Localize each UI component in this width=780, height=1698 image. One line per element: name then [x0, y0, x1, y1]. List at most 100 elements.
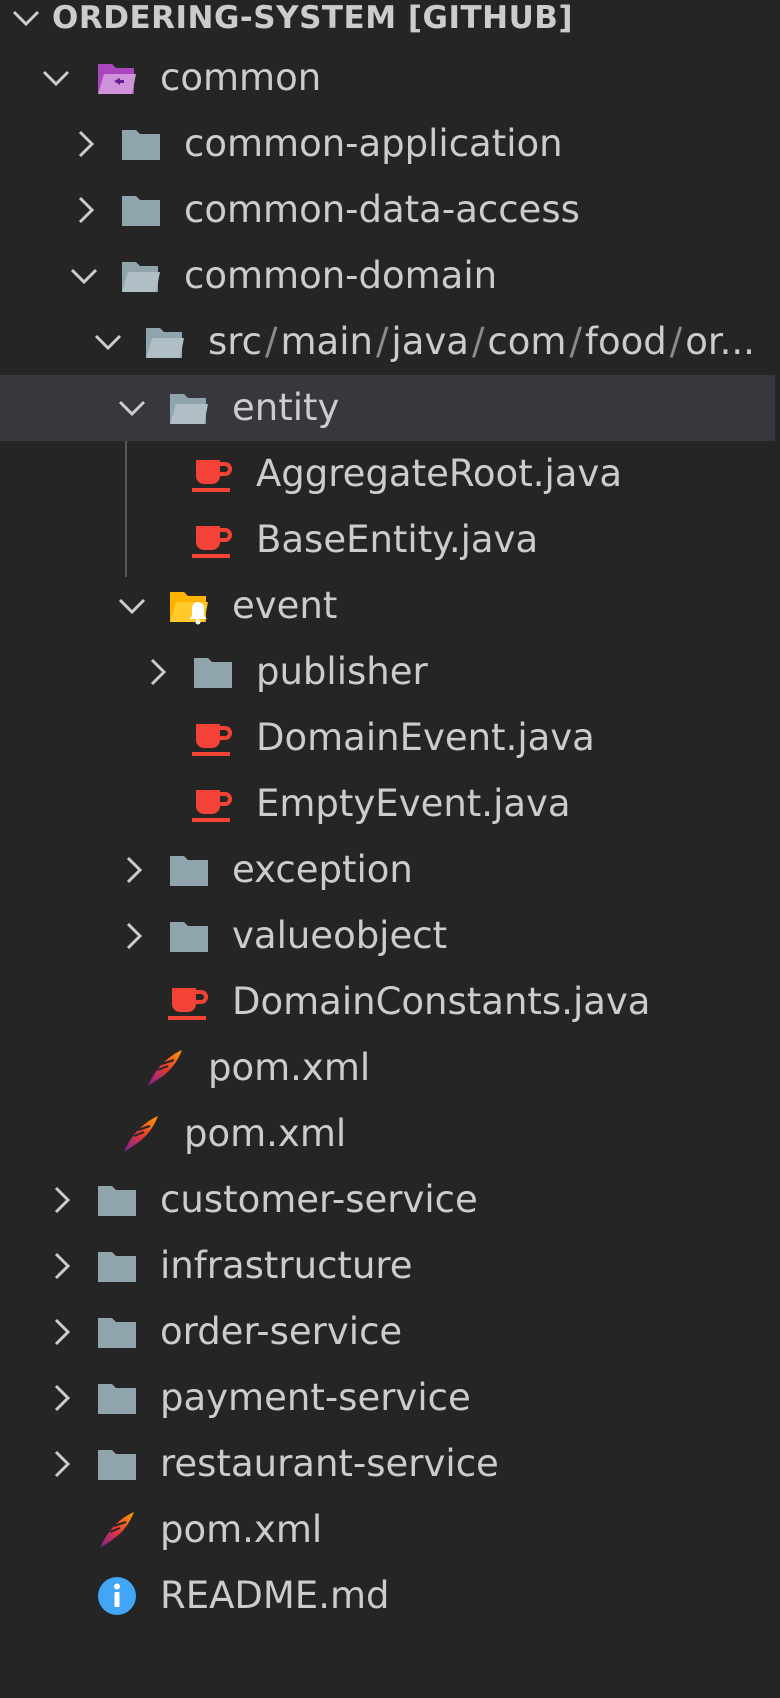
- maven-feather-icon: [100, 1512, 134, 1548]
- tree-item-event[interactable]: event: [0, 573, 780, 639]
- chevron-down-icon: [12, 10, 40, 27]
- tree-item-label: DomainConstants.java: [232, 980, 651, 1023]
- path-segment-main[interactable]: main: [281, 320, 373, 363]
- path-separator: /: [569, 320, 582, 363]
- path-segment-java[interactable]: java: [391, 320, 469, 363]
- tree-item-label: pom.xml: [184, 1112, 347, 1155]
- tree-item-restaurant-service[interactable]: restaurant-service: [0, 1431, 780, 1497]
- explorer-section-header[interactable]: ORDERING-SYSTEM [GITHUB]: [0, 0, 780, 38]
- folder-event-icon: [170, 592, 208, 625]
- tree-item-common-application[interactable]: common-application: [0, 111, 780, 177]
- java-file-icon: [168, 988, 208, 1020]
- folder-icon: [122, 130, 160, 160]
- folder-icon: [170, 922, 208, 952]
- tree-item-src-path[interactable]: src/main/java/com/food/or...: [0, 309, 780, 375]
- tree-item-payment-service[interactable]: payment-service: [0, 1365, 780, 1431]
- tree-item-label: pom.xml: [208, 1046, 371, 1089]
- folder-icon: [98, 1318, 136, 1348]
- folder-icon: [98, 1384, 136, 1414]
- tree-item-common-domain[interactable]: common-domain: [0, 243, 780, 309]
- tree-item-label: DomainEvent.java: [256, 716, 595, 759]
- java-file-icon: [192, 724, 232, 756]
- chevron-right-icon: [78, 130, 95, 158]
- chevron-right-icon: [54, 1186, 71, 1214]
- chevron-right-icon: [54, 1318, 71, 1346]
- tree-item-label: README.md: [160, 1574, 390, 1617]
- chevron-right-icon: [54, 1384, 71, 1412]
- folder-open-icon: [146, 328, 184, 358]
- tree-item-root-pom[interactable]: pom.xml: [0, 1497, 780, 1563]
- tree-item-domain-event[interactable]: DomainEvent.java: [0, 705, 780, 771]
- tree-item-label: event: [232, 584, 338, 627]
- chevron-down-icon: [118, 400, 146, 417]
- maven-feather-icon: [148, 1050, 182, 1086]
- folder-open-icon: [122, 262, 160, 292]
- folder-open-icon: [170, 394, 208, 424]
- tree-item-label: common-domain: [184, 254, 498, 297]
- chevron-right-icon: [126, 856, 143, 884]
- chevron-right-icon: [150, 658, 167, 686]
- tree-item-empty-event[interactable]: EmptyEvent.java: [0, 771, 780, 837]
- chevron-right-icon: [78, 196, 95, 224]
- path-segment-src[interactable]: src: [208, 320, 262, 363]
- tree-item-label: pom.xml: [160, 1508, 323, 1551]
- chevron-down-icon: [70, 268, 98, 285]
- tree-item-domain-constants[interactable]: DomainConstants.java: [0, 969, 780, 1035]
- tree-item-valueobject[interactable]: valueobject: [0, 903, 780, 969]
- tree-item-infrastructure[interactable]: infrastructure: [0, 1233, 780, 1299]
- chevron-down-icon: [94, 334, 122, 351]
- section-title: ORDERING-SYSTEM [GITHUB]: [52, 0, 574, 36]
- folder-icon: [98, 1450, 136, 1480]
- chevron-down-icon: [42, 70, 70, 87]
- tree-item-aggregate-root[interactable]: AggregateRoot.java: [0, 441, 780, 507]
- tree-item-label: common-application: [184, 122, 563, 165]
- tree-item-exception[interactable]: exception: [0, 837, 780, 903]
- folder-icon: [98, 1252, 136, 1282]
- java-file-icon: [192, 526, 232, 558]
- tree-item-label: customer-service: [160, 1178, 478, 1221]
- path-separator: /: [375, 320, 389, 363]
- tree-item-customer-service[interactable]: customer-service: [0, 1167, 780, 1233]
- tree-item-label: infrastructure: [160, 1244, 413, 1287]
- tree-item-label: AggregateRoot.java: [256, 452, 622, 495]
- chevron-down-icon: [118, 598, 146, 615]
- tree-item-label: common: [160, 56, 322, 99]
- java-file-icon: [192, 460, 232, 492]
- path-separator: /: [265, 320, 278, 363]
- file-explorer: ORDERING-SYSTEM [GITHUB] common common-a…: [0, 0, 780, 1698]
- info-icon: [98, 1577, 136, 1615]
- path-segment-truncated[interactable]: or...: [685, 320, 755, 363]
- tree-item-label: exception: [232, 848, 413, 891]
- compact-path-label: src/main/java/com/food/or...: [208, 309, 773, 375]
- tree-item-entity[interactable]: entity: [0, 375, 775, 441]
- java-file-icon: [192, 790, 232, 822]
- chevron-right-icon: [54, 1450, 71, 1478]
- tree-item-common-domain-pom[interactable]: pom.xml: [0, 1035, 780, 1101]
- tree-item-readme[interactable]: README.md: [0, 1563, 780, 1629]
- tree-item-label: order-service: [160, 1310, 403, 1353]
- folder-open-special-icon: [98, 64, 136, 94]
- folder-icon: [170, 856, 208, 886]
- path-segment-food[interactable]: food: [585, 320, 667, 363]
- tree-item-label: restaurant-service: [160, 1442, 499, 1485]
- folder-icon: [194, 658, 232, 688]
- tree-item-label: BaseEntity.java: [256, 518, 539, 561]
- tree-item-base-entity[interactable]: BaseEntity.java: [0, 507, 780, 573]
- folder-icon: [98, 1186, 136, 1216]
- folder-icon: [122, 196, 160, 226]
- tree-item-label: valueobject: [232, 914, 448, 957]
- tree-item-order-service[interactable]: order-service: [0, 1299, 780, 1365]
- tree-item-label: EmptyEvent.java: [256, 782, 571, 825]
- chevron-right-icon: [54, 1252, 71, 1280]
- tree-item-common-pom[interactable]: pom.xml: [0, 1101, 780, 1167]
- tree-item-common[interactable]: common: [0, 45, 780, 111]
- tree-item-label: payment-service: [160, 1376, 471, 1419]
- path-separator: /: [669, 320, 683, 363]
- tree-item-publisher[interactable]: publisher: [0, 639, 780, 705]
- chevron-right-icon: [126, 922, 143, 950]
- tree-item-label: entity: [232, 386, 340, 429]
- tree-item-common-data-access[interactable]: common-data-access: [0, 177, 780, 243]
- tree-item-label: common-data-access: [184, 188, 580, 231]
- path-segment-com[interactable]: com: [487, 320, 566, 363]
- tree-item-label: publisher: [256, 650, 428, 693]
